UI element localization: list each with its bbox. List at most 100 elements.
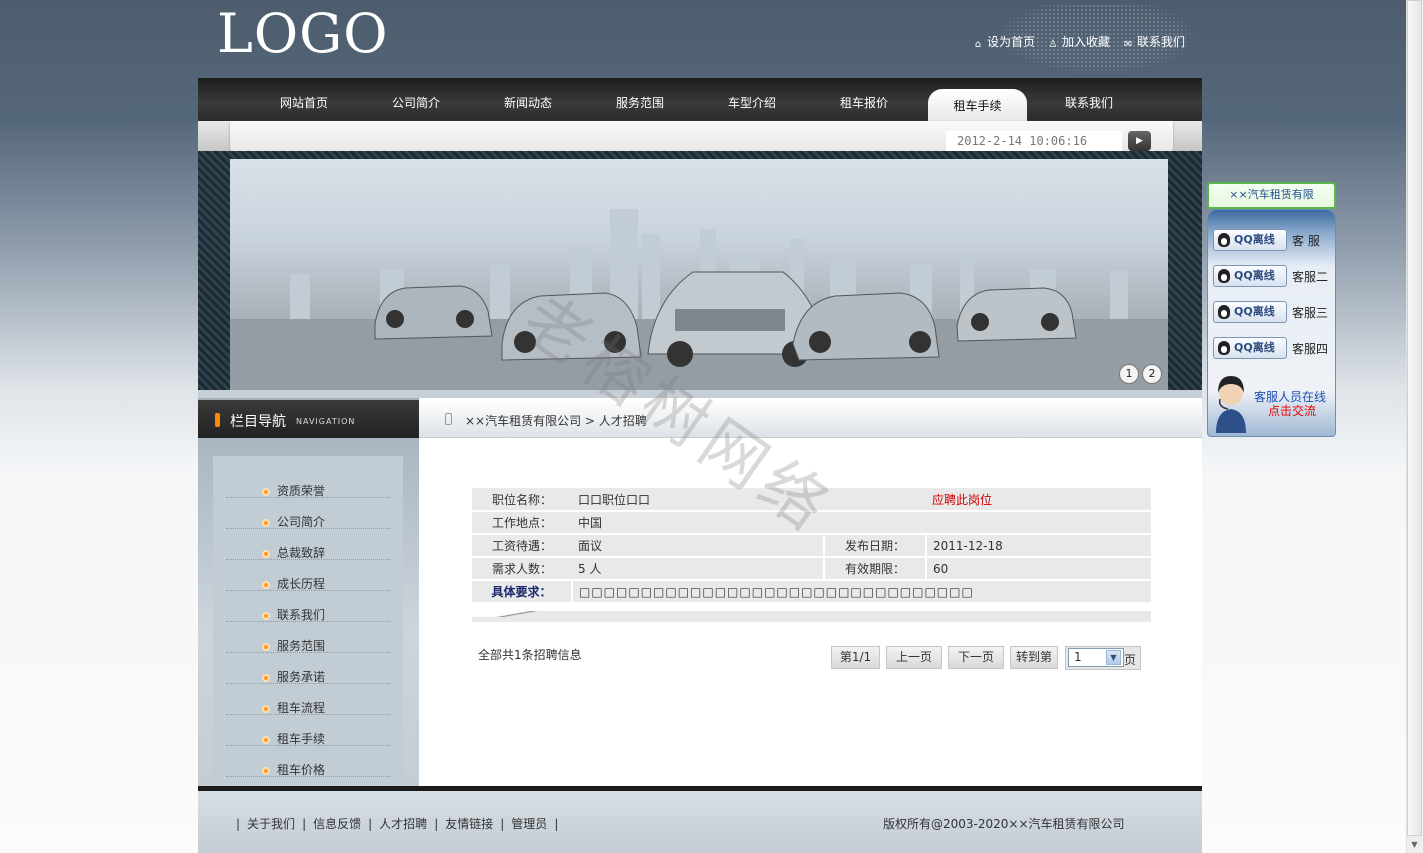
cars-skyline-illustration bbox=[230, 209, 1168, 390]
separator: | bbox=[554, 817, 559, 831]
sidebar-item-qualifications[interactable]: 资质荣誉 bbox=[226, 467, 390, 498]
breadcrumb-icon bbox=[445, 413, 452, 425]
penguin-icon bbox=[1218, 341, 1230, 355]
job-title-label: 职位名称： bbox=[472, 488, 572, 512]
bullet-icon bbox=[262, 643, 270, 651]
qq-row: QQ离线 客服三 bbox=[1213, 301, 1333, 323]
requirements-label: 具体要求： bbox=[472, 580, 573, 604]
apply-link[interactable]: 应聘此岗位 bbox=[926, 488, 1151, 512]
count-label: 需求人数： bbox=[472, 557, 572, 581]
site-logo[interactable]: LOGO bbox=[217, 2, 389, 65]
set-homepage-link[interactable]: ⌂ 设为首页 bbox=[972, 33, 1035, 50]
separator: | bbox=[500, 817, 505, 831]
top-links: ⌂ 设为首页 ♙ 加入收藏 ✉ 联系我们 bbox=[972, 33, 1185, 50]
nav-item-models[interactable]: 车型介绍 bbox=[696, 94, 808, 111]
qq-agent-name: 客 服 bbox=[1292, 234, 1320, 248]
valid-value: 60 bbox=[926, 557, 1151, 581]
total-count: 全部共1条招聘信息 bbox=[478, 648, 582, 662]
sidebar-header-accent bbox=[215, 413, 220, 427]
bullet-icon bbox=[262, 736, 270, 744]
count-value: 5 人 bbox=[572, 557, 825, 581]
bullet-icon bbox=[262, 767, 270, 775]
qq-row: QQ离线 客 服 bbox=[1213, 229, 1333, 251]
penguin-icon bbox=[1218, 233, 1230, 247]
footer-link-feedback[interactable]: 信息反馈 bbox=[313, 817, 361, 831]
qq-offline-button[interactable]: QQ离线 bbox=[1213, 337, 1287, 359]
qq-row: QQ离线 客服四 bbox=[1213, 337, 1333, 359]
sidebar-item-prices[interactable]: 租车价格 bbox=[226, 746, 390, 777]
nav-item-news[interactable]: 新闻动态 bbox=[472, 94, 584, 111]
location-label: 工作地点： bbox=[472, 511, 572, 535]
qq-offline-button[interactable]: QQ离线 bbox=[1213, 301, 1287, 323]
nav-item-about[interactable]: 公司简介 bbox=[360, 94, 472, 111]
date-label: 发布日期： bbox=[824, 534, 927, 558]
qq-agent-name: 客服二 bbox=[1292, 270, 1329, 284]
nav-item-procedures[interactable]: 租车手续 bbox=[928, 97, 1027, 114]
bullet-icon bbox=[262, 612, 270, 620]
qq-offline-button[interactable]: QQ离线 bbox=[1213, 229, 1287, 251]
sidebar-item-commitment[interactable]: 服务承诺 bbox=[226, 653, 390, 684]
copyright: 版权所有@2003-2020××汽车租赁有限公司 bbox=[883, 817, 1125, 831]
table-row: 需求人数： 5 人 有效期限： 60 bbox=[472, 557, 1151, 581]
banner-page-2[interactable]: 2 bbox=[1142, 364, 1162, 384]
chevron-down-icon[interactable]: ▼ bbox=[1106, 650, 1121, 665]
chat-link[interactable]: 点击交流 bbox=[1268, 402, 1316, 419]
page-unit: 页 bbox=[1124, 653, 1137, 667]
separator: | bbox=[434, 817, 439, 831]
service-agent-avatar[interactable] bbox=[1210, 371, 1252, 433]
footer-link-jobs[interactable]: 人才招聘 bbox=[379, 817, 427, 831]
sidebar-item-procedures[interactable]: 租车手续 bbox=[226, 715, 390, 746]
sidebar-item-history[interactable]: 成长历程 bbox=[226, 560, 390, 591]
datetime-display: 2012-2-14 10:06:16 bbox=[946, 131, 1122, 152]
sidebar-item-rental-flow[interactable]: 租车流程 bbox=[226, 684, 390, 715]
goto-button[interactable]: 转到第 bbox=[1010, 646, 1058, 669]
sidebar-item-ceo-message[interactable]: 总裁致辞 bbox=[226, 529, 390, 560]
separator: | bbox=[236, 817, 241, 831]
qq-agent-name: 客服四 bbox=[1292, 342, 1329, 356]
penguin-icon bbox=[1218, 269, 1230, 283]
nav-item-home[interactable]: 网站首页 bbox=[248, 94, 360, 111]
bullet-icon bbox=[262, 705, 270, 713]
sidebar-title-en: NAVIGATION bbox=[296, 417, 356, 426]
mail-icon: ✉ bbox=[1123, 39, 1133, 50]
next-page-button[interactable]: 下一页 bbox=[948, 646, 1004, 669]
bullet-icon bbox=[262, 581, 270, 589]
nav-item-prices[interactable]: 租车报价 bbox=[808, 94, 920, 111]
contact-link[interactable]: ✉ 联系我们 bbox=[1122, 33, 1185, 50]
prev-page-button[interactable]: 上一页 bbox=[886, 646, 942, 669]
requirements-value: □□□□□□□□□□□□□□□□□□□□□□□□□□□□□□□□ bbox=[572, 580, 1151, 604]
qq-offline-button[interactable]: QQ离线 bbox=[1213, 265, 1287, 287]
date-value: 2011-12-18 bbox=[926, 534, 1151, 558]
footer-links: | 关于我们 | 信息反馈 | 人才招聘 | 友情链接 | 管理员 | bbox=[236, 815, 565, 832]
banner-page-1[interactable]: 1 bbox=[1119, 364, 1139, 384]
play-icon: ▶ bbox=[1136, 136, 1143, 146]
footer-link-friends[interactable]: 友情链接 bbox=[445, 817, 493, 831]
nav-item-contact[interactable]: 联系我们 bbox=[1033, 94, 1145, 111]
salary-label: 工资待遇： bbox=[472, 534, 572, 558]
table-footer-decoration bbox=[472, 611, 562, 617]
scrollbar-thumb[interactable] bbox=[1407, 0, 1422, 836]
bullet-icon bbox=[262, 488, 270, 496]
bookmark-icon: ♙ bbox=[1048, 39, 1058, 50]
location-value: 中国 bbox=[572, 511, 1151, 535]
scroll-down-icon[interactable]: ▼ bbox=[1407, 836, 1422, 853]
penguin-icon bbox=[1218, 305, 1230, 319]
bullet-icon bbox=[262, 674, 270, 682]
table-footer bbox=[472, 611, 1151, 622]
page-info: 第1/1 bbox=[831, 646, 880, 669]
table-row: 具体要求： □□□□□□□□□□□□□□□□□□□□□□□□□□□□□□□□ bbox=[472, 580, 1151, 604]
footer-link-about[interactable]: 关于我们 bbox=[247, 817, 295, 831]
sidebar-item-contact[interactable]: 联系我们 bbox=[226, 591, 390, 622]
separator: | bbox=[302, 817, 307, 831]
bullet-icon bbox=[262, 519, 270, 527]
sidebar-item-about[interactable]: 公司简介 bbox=[226, 498, 390, 529]
valid-label: 有效期限： bbox=[824, 557, 927, 581]
qq-panel-title: ××汽车租赁有限 bbox=[1207, 182, 1336, 209]
nav-item-services[interactable]: 服务范围 bbox=[584, 94, 696, 111]
play-button[interactable]: ▶ bbox=[1128, 131, 1151, 151]
footer-link-admin[interactable]: 管理员 bbox=[511, 817, 547, 831]
banner-image bbox=[230, 159, 1168, 390]
add-favorite-link[interactable]: ♙ 加入收藏 bbox=[1047, 33, 1111, 50]
sidebar-title: 栏目导航 bbox=[230, 414, 286, 430]
sidebar-item-services[interactable]: 服务范围 bbox=[226, 622, 390, 653]
